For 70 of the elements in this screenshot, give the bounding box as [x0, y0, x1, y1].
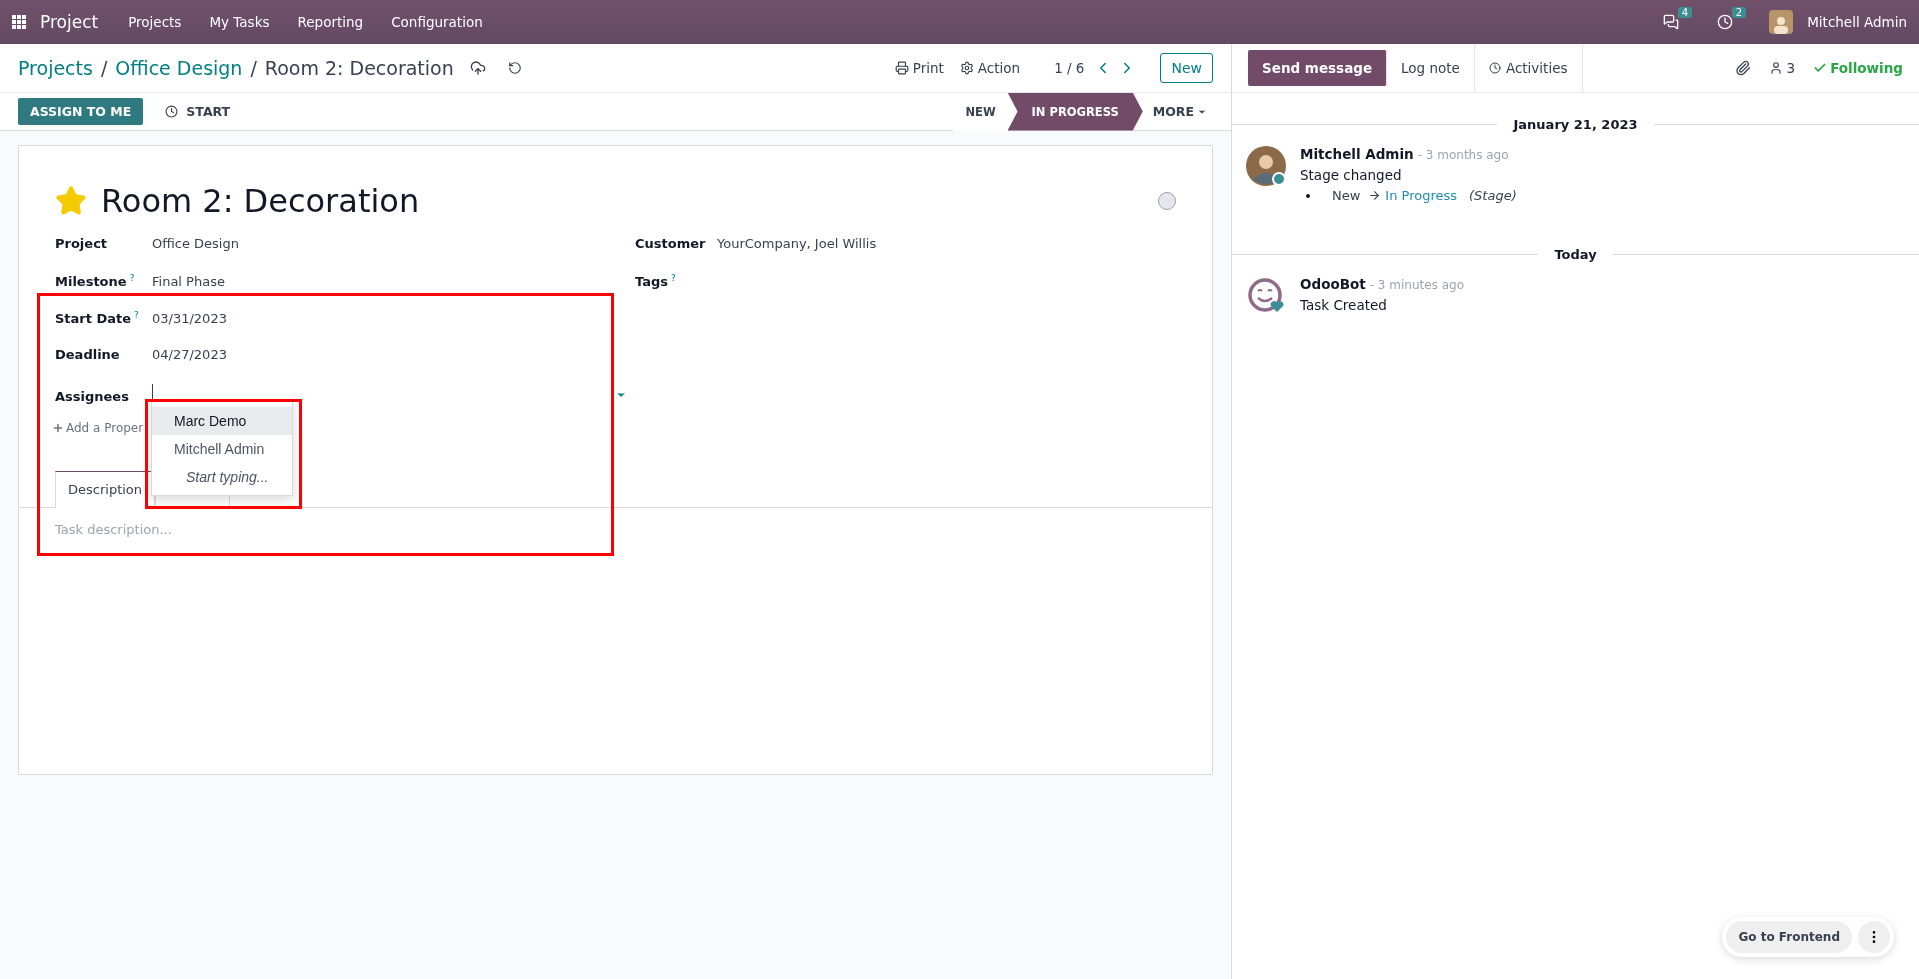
date-separator: Today — [1554, 247, 1597, 262]
followers-button[interactable]: 3 — [1768, 60, 1796, 76]
start-button[interactable]: START — [159, 103, 237, 120]
assign-button[interactable]: ASSIGN TO ME — [18, 98, 144, 125]
gear-icon — [959, 61, 974, 75]
menu-item[interactable]: My Tasks — [197, 14, 282, 30]
field-value: 04/27/2023 — [152, 347, 227, 362]
activity-count: 2 — [1731, 7, 1747, 18]
field-label: Start Date $^{?}$ — [55, 310, 140, 327]
user-avatar[interactable] — [1769, 10, 1794, 34]
dropdown-option[interactable]: Mitchell Admin — [152, 435, 292, 463]
message-count: 4 — [1677, 7, 1693, 18]
field-label: Deadline — [55, 347, 121, 362]
field-value: YourCompany, Joel Willis — [717, 236, 877, 251]
task-title: Room 2: Decoration — [101, 182, 420, 220]
save-icon[interactable] — [469, 60, 486, 76]
field-label: Tags $^{?}$ — [635, 273, 677, 290]
menu-item[interactable]: Reporting — [285, 14, 376, 30]
old-stage: New — [1332, 188, 1361, 203]
breadcrumb[interactable]: Projects — [18, 57, 93, 79]
action-button[interactable]: Action — [959, 60, 1021, 76]
field-name: (Stage) — [1469, 188, 1517, 203]
date-separator: January 21, 2023 — [1513, 117, 1638, 132]
avatar — [1246, 146, 1286, 186]
message-text: Task Created — [1300, 297, 1388, 313]
arrow-icon — [1368, 189, 1382, 202]
message-author[interactable]: Mitchell Admin — [1300, 146, 1414, 162]
clock-icon[interactable] — [1717, 14, 1734, 30]
menu-item[interactable]: Configuration — [379, 14, 495, 30]
breadcrumb[interactable]: Office Design — [115, 57, 243, 79]
field-value: Final Phase — [152, 274, 225, 290]
plus-icon — [52, 422, 64, 434]
clock-icon — [165, 105, 179, 118]
star-icon[interactable] — [55, 185, 87, 217]
field-label: Project — [55, 236, 109, 251]
message-time: - 3 months ago — [1417, 148, 1509, 162]
clock-icon — [1488, 62, 1501, 74]
new-button[interactable]: New — [1160, 53, 1213, 83]
print-button[interactable]: Print — [894, 60, 944, 76]
app-name[interactable]: Project — [40, 12, 99, 32]
breadcrumb-separator: / — [250, 57, 257, 79]
person-icon — [1768, 61, 1783, 75]
new-stage: In Progress — [1385, 188, 1458, 203]
dropdown-option[interactable]: Marc Demo — [152, 407, 292, 435]
breadcrumb: Room 2: Decoration — [264, 57, 454, 79]
chatter-button[interactable]: Send message — [1248, 50, 1388, 86]
menu-item[interactable]: Projects — [116, 14, 194, 30]
breadcrumb-separator: / — [100, 57, 108, 79]
field-label: Customer — [635, 236, 707, 251]
message-text: Stage changed — [1300, 167, 1403, 183]
field-value: 03/31/2023 — [152, 311, 227, 327]
discard-icon[interactable] — [507, 61, 522, 75]
chat-icon[interactable] — [1663, 14, 1680, 30]
printer-icon — [894, 61, 909, 75]
attachment-icon[interactable] — [1734, 60, 1751, 76]
dropdown-hint: Start typing... — [185, 468, 270, 487]
user-name[interactable]: Mitchell Admin — [1807, 14, 1907, 30]
message-author[interactable]: OdooBot — [1300, 276, 1366, 292]
check-icon — [1813, 61, 1828, 75]
message-time: - 3 minutes ago — [1369, 278, 1464, 292]
add-property-link[interactable]: Add a Proper — [52, 421, 144, 435]
tab[interactable]: Description — [55, 471, 156, 508]
field-label: Milestone $^{?}$ — [55, 273, 136, 290]
field-value: Office Design — [152, 236, 239, 251]
frontend-button[interactable]: Go to Frontend — [1726, 921, 1852, 953]
more-button[interactable]: MORE — [1146, 103, 1213, 120]
apps-menu-icon[interactable] — [12, 15, 26, 29]
pager-value: 1 / 6 — [1054, 60, 1085, 76]
field-label: Assignees — [55, 389, 130, 404]
stage-button[interactable]: IN PROGRESS — [1007, 92, 1143, 131]
